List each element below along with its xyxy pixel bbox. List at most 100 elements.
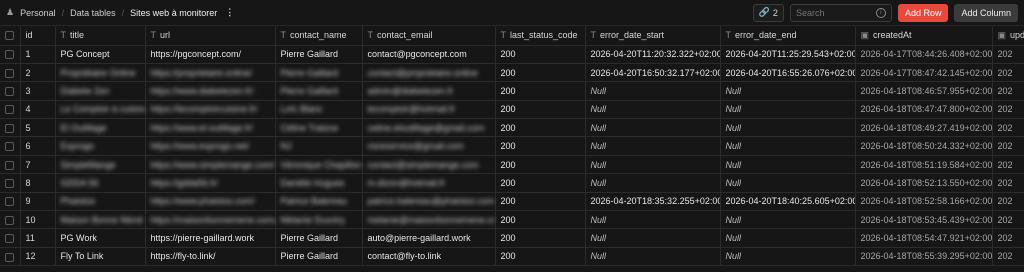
cell-last-status-code[interactable]: 200 xyxy=(495,247,586,267)
cell-upd[interactable]: 202 xyxy=(992,81,1024,101)
row-checkbox[interactable] xyxy=(0,247,21,267)
cell-id[interactable]: 6 xyxy=(20,136,56,156)
cell-url[interactable]: https://www.diabetezen.fr/ xyxy=(145,81,276,101)
cell-id[interactable]: 1 xyxy=(20,45,56,64)
add-column-button[interactable]: Add Column xyxy=(954,3,1018,22)
cell-id[interactable]: 11 xyxy=(20,228,56,248)
cell-upd[interactable]: 202 xyxy=(992,155,1024,175)
cell-error-date-start[interactable]: Null xyxy=(585,210,721,230)
cell-error-date-start[interactable]: Null xyxy=(585,228,721,248)
cell-error-date-start[interactable]: 2026-04-20T11:20:32.322+02:00 xyxy=(585,45,721,64)
info-icon[interactable]: i xyxy=(875,7,886,18)
cell-createdAt[interactable]: 2026-04-18T08:47:47.800+02:00 xyxy=(855,100,993,120)
cell-error-date-end[interactable]: Null xyxy=(720,173,856,193)
row-checkbox[interactable] xyxy=(0,155,21,175)
cell-contact-name[interactable]: NJ xyxy=(275,136,363,156)
cell-url[interactable]: https://maisonbonnemene.com/ xyxy=(145,210,276,230)
cell-upd[interactable]: 202 xyxy=(992,45,1024,64)
cell-error-date-end[interactable]: Null xyxy=(720,100,856,120)
cell-createdAt[interactable]: 2026-04-18T08:53:45.439+02:00 xyxy=(855,210,993,230)
search-box[interactable]: i xyxy=(789,3,892,22)
cell-upd[interactable]: 202 xyxy=(992,247,1024,267)
cell-last-status-code[interactable]: 200 xyxy=(495,210,586,230)
cell-error-date-end[interactable]: Null xyxy=(720,210,856,230)
cell-contact-email[interactable]: auto@pierre-gaillard.work xyxy=(362,228,496,248)
cell-contact-email[interactable]: contact@proprietaire.online xyxy=(362,63,496,83)
cell-error-date-end[interactable]: Null xyxy=(720,155,856,175)
cell-contact-name[interactable]: Pierre Gaillard xyxy=(275,81,363,101)
cell-error-date-start[interactable]: Null xyxy=(585,247,721,267)
column-header-title[interactable]: Ttitle xyxy=(55,26,146,46)
cell-title[interactable]: Esprogo xyxy=(55,136,146,156)
cell-contact-email[interactable]: m.dizon@hotmail.fr xyxy=(362,173,496,193)
cell-upd[interactable]: 202 xyxy=(992,210,1024,230)
cell-title[interactable]: Le Comptoir à cuisine xyxy=(55,100,146,120)
cell-contact-name[interactable]: Patrice Balereau xyxy=(275,192,363,212)
table-row[interactable]: 5 El Outillage https://www.el-outillage.fr… xyxy=(0,118,1024,138)
cell-createdAt[interactable]: 2026-04-18T08:54:47.921+02:00 xyxy=(855,228,993,248)
cell-contact-name[interactable]: Mélanie Duvoiry xyxy=(275,210,363,230)
column-header-contact-email[interactable]: Tcontact_email xyxy=(362,26,496,46)
cell-url[interactable]: https://www.el-outillage.fr/ xyxy=(145,118,276,138)
cell-error-date-end[interactable]: Null xyxy=(720,228,856,248)
cell-error-date-start[interactable]: Null xyxy=(585,173,721,193)
cell-contact-name[interactable]: Véronique Chapillon xyxy=(275,155,363,175)
column-header-url[interactable]: Turl xyxy=(145,26,276,46)
search-input[interactable] xyxy=(795,7,870,18)
cell-error-date-start[interactable]: 2026-04-20T16:50:32.177+02:00 xyxy=(585,63,721,83)
cell-last-status-code[interactable]: 200 xyxy=(495,155,586,175)
row-checkbox[interactable] xyxy=(0,118,21,138)
table-row[interactable]: 2 Propriétaire Online https://proprietaire… xyxy=(0,63,1024,83)
cell-id[interactable]: 12 xyxy=(20,247,56,267)
cell-title[interactable]: Fly To Link xyxy=(55,247,146,267)
cell-contact-name[interactable]: Pierre Gaillard xyxy=(275,45,363,64)
cell-url[interactable]: https://pgconcept.com/ xyxy=(145,45,276,64)
row-checkbox[interactable] xyxy=(0,81,21,101)
cell-contact-name[interactable]: Danièle Hugues xyxy=(275,173,363,193)
cell-createdAt[interactable]: 2026-04-18T08:49:27.419+02:00 xyxy=(855,118,993,138)
column-header-updated-at[interactable]: ▣ upd xyxy=(992,26,1024,46)
table-row[interactable]: 4 Le Comptoir à cuisine https://lecomptoir… xyxy=(0,100,1024,120)
cell-url[interactable]: https://fly-to.link/ xyxy=(145,247,276,267)
cell-title[interactable]: Diabete Zen xyxy=(55,81,146,101)
cell-contact-email[interactable]: melanie@maisonbonnemene.com xyxy=(362,210,496,230)
breadcrumb-current[interactable]: Sites web à monitorer xyxy=(130,8,217,18)
cell-upd[interactable]: 202 xyxy=(992,100,1024,120)
cell-last-status-code[interactable]: 200 xyxy=(495,228,586,248)
cell-contact-email[interactable]: lecomptoir@hotmail.fr xyxy=(362,100,496,120)
row-checkbox[interactable] xyxy=(0,63,21,83)
cell-url[interactable]: https://www.esprogo.net/ xyxy=(145,136,276,156)
cell-last-status-code[interactable]: 200 xyxy=(495,118,586,138)
cell-url[interactable]: https://pierre-gaillard.work xyxy=(145,228,276,248)
column-header-error-date-start[interactable]: Terror_date_start xyxy=(585,26,721,46)
cell-contact-name[interactable]: Pierre Gaillard xyxy=(275,63,363,83)
cell-createdAt[interactable]: 2026-04-18T08:46:57.955+02:00 xyxy=(855,81,993,101)
row-checkbox[interactable] xyxy=(0,192,21,212)
cell-contact-name[interactable]: Céline Traisne xyxy=(275,118,363,138)
more-options-icon[interactable]: ⋮ xyxy=(223,7,236,18)
cell-last-status-code[interactable]: 200 xyxy=(495,173,586,193)
table-row[interactable]: 1 PG Concept https://pgconcept.com/Pierre … xyxy=(0,45,1024,64)
cell-title[interactable]: Phaistos xyxy=(55,192,146,212)
cell-error-date-end[interactable]: 2026-04-20T16:55:26.076+02:00 xyxy=(720,63,856,83)
table-row[interactable]: 10 Maison Bonne Mené https://maisonbonneme… xyxy=(0,210,1024,230)
table-row[interactable]: 8 GDDA 56 https://gdda56.fr/Danièle Hugues… xyxy=(0,173,1024,193)
column-header-created-at[interactable]: ▣ createdAt xyxy=(855,26,993,46)
cell-url[interactable]: https://www.simplemange.com/ xyxy=(145,155,276,175)
cell-contact-email[interactable]: contact@pgconcept.com xyxy=(362,45,496,64)
cell-title[interactable]: PG Concept xyxy=(55,45,146,64)
cell-error-date-start[interactable]: Null xyxy=(585,118,721,138)
breadcrumb-root[interactable]: Personal xyxy=(20,8,56,18)
cell-error-date-end[interactable]: 2026-04-20T18:40:25.605+02:00 xyxy=(720,192,856,212)
cell-id[interactable]: 4 xyxy=(20,100,56,120)
cell-last-status-code[interactable]: 200 xyxy=(495,192,586,212)
cell-url[interactable]: https://lecomptoircuisine.fr/ xyxy=(145,100,276,120)
table-row[interactable]: 12 Fly To Link https://fly-to.link/Pierre … xyxy=(0,247,1024,267)
select-all-checkbox[interactable] xyxy=(0,26,21,46)
cell-contact-email[interactable]: contact@fly-to.link xyxy=(362,247,496,267)
table-row[interactable]: 6 Esprogo https://www.esprogo.net/NJ nsrese… xyxy=(0,136,1024,156)
row-checkbox[interactable] xyxy=(0,136,21,156)
cell-last-status-code[interactable]: 200 xyxy=(495,81,586,101)
cell-error-date-end[interactable]: 2026-04-20T11:25:29.543+02:00 xyxy=(720,45,856,64)
table-row[interactable]: 3 Diabete Zen https://www.diabetezen.fr/Pi… xyxy=(0,81,1024,101)
